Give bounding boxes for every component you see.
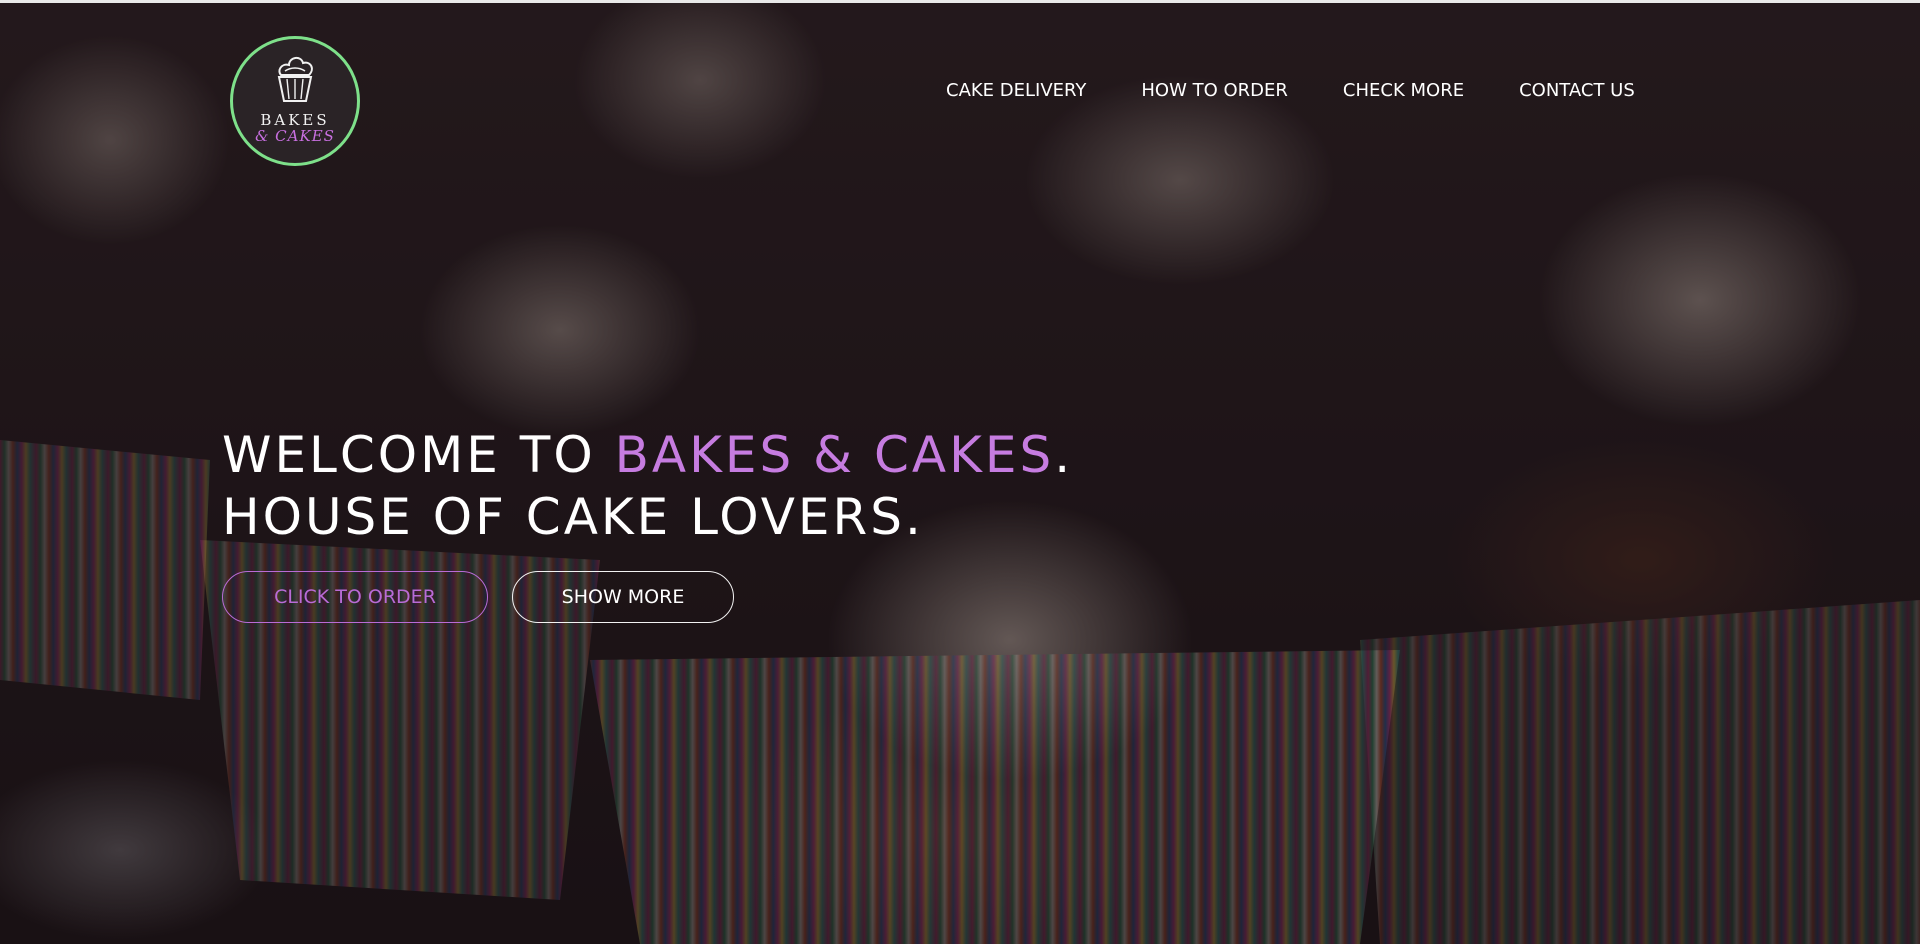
show-more-button[interactable]: SHOW MORE bbox=[512, 571, 734, 623]
click-to-order-button[interactable]: CLICK TO ORDER bbox=[222, 571, 488, 623]
main-navigation: CAKE DELIVERY HOW TO ORDER CHECK MORE CO… bbox=[946, 80, 1635, 101]
cupcake-icon bbox=[277, 57, 313, 102]
headline-line2: HOUSE OF CAKE LOVERS. bbox=[222, 488, 924, 546]
headline-period: . bbox=[1054, 426, 1074, 484]
nav-link-cake-delivery[interactable]: CAKE DELIVERY bbox=[946, 80, 1086, 101]
nav-link-contact-us[interactable]: CONTACT US bbox=[1519, 80, 1635, 101]
headline-prefix: WELCOME TO bbox=[222, 426, 615, 484]
nav-link-how-to-order[interactable]: HOW TO ORDER bbox=[1141, 80, 1288, 101]
logo-wordmark-cakes: & CAKES bbox=[255, 127, 335, 145]
top-border bbox=[0, 0, 1920, 3]
headline-brand-accent: BAKES & CAKES bbox=[614, 426, 1055, 484]
hero-headline: WELCOME TO BAKES & CAKES. HOUSE OF CAKE … bbox=[222, 424, 1073, 548]
nav-link-check-more[interactable]: CHECK MORE bbox=[1343, 80, 1464, 101]
brand-logo[interactable]: BAKES & CAKES bbox=[230, 36, 360, 166]
headline-line1: WELCOME TO BAKES & CAKES. bbox=[222, 426, 1073, 484]
